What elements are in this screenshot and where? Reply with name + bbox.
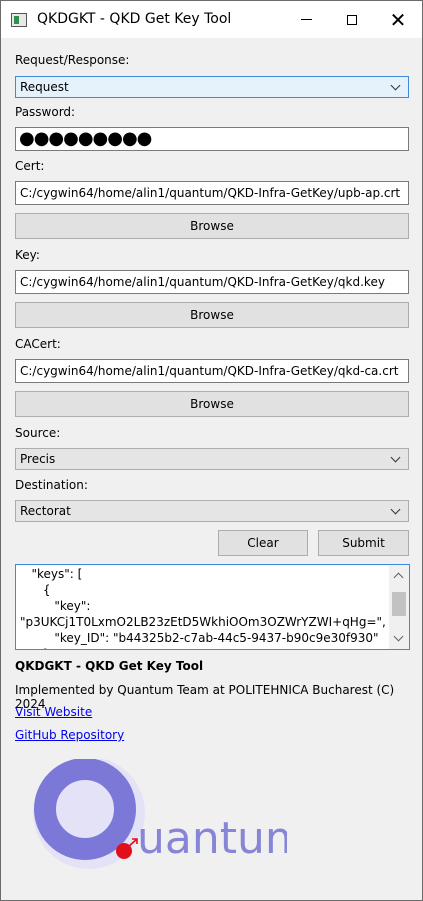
request-response-label: Request/Response: <box>15 53 130 67</box>
minimize-button[interactable] <box>283 1 329 38</box>
scroll-down-icon[interactable] <box>393 631 404 642</box>
key-label: Key: <box>15 248 40 262</box>
chevron-down-icon <box>390 452 401 463</box>
output-scrollbar[interactable] <box>389 565 409 649</box>
submit-button[interactable]: Submit <box>318 530 409 556</box>
clear-button[interactable]: Clear <box>218 530 308 556</box>
response-line: { <box>20 583 51 597</box>
github-repository-link[interactable]: GitHub Repository <box>15 728 124 742</box>
source-label: Source: <box>15 426 61 440</box>
key-path-value: C:/cygwin64/home/alin1/quantum/QKD-Infra… <box>20 275 385 289</box>
request-response-select[interactable]: Request <box>15 76 409 98</box>
key-path-field[interactable]: C:/cygwin64/home/alin1/quantum/QKD-Infra… <box>15 270 409 294</box>
destination-select[interactable]: Rectorat <box>15 500 409 522</box>
cert-browse-button[interactable]: Browse <box>15 213 409 239</box>
app-icon <box>11 13 27 27</box>
response-output[interactable]: "keys": [ { "key": "p3UKCj1T0LxmO2LB23zE… <box>15 564 410 650</box>
cert-path-value: C:/cygwin64/home/alin1/quantum/QKD-Infra… <box>20 186 401 200</box>
response-line: "key": <box>20 599 91 613</box>
chevron-down-icon <box>390 80 401 91</box>
footer-app-title: QKDGKT - QKD Get Key Tool <box>15 659 204 673</box>
window-title: QKDGKT - QKD Get Key Tool <box>37 11 232 27</box>
visit-website-link[interactable]: Visit Website <box>15 705 92 719</box>
destination-label: Destination: <box>15 478 88 492</box>
main-window: QKDGKT - QKD Get Key Tool ✕ Request/Resp… <box>0 0 423 901</box>
cert-label: Cert: <box>15 159 45 173</box>
logo-text: uantum <box>137 813 287 864</box>
cert-path-field[interactable]: C:/cygwin64/home/alin1/quantum/QKD-Infra… <box>15 181 409 205</box>
response-line: } <box>20 647 51 649</box>
close-icon: ✕ <box>389 7 407 32</box>
response-line: "keys": [ <box>20 567 83 581</box>
password-mask: ●●●●●●●●● <box>19 128 152 149</box>
source-select[interactable]: Precis <box>15 448 409 470</box>
cacert-path-field[interactable]: C:/cygwin64/home/alin1/quantum/QKD-Infra… <box>15 359 409 383</box>
source-value: Precis <box>20 452 56 466</box>
request-response-value: Request <box>20 80 69 94</box>
quantum-logo: uantum <box>33 759 287 869</box>
response-line: "p3UKCj1T0LxmO2LB23zEtD5WkhiOOm3OZWrYZWI… <box>20 615 386 629</box>
maximize-button[interactable] <box>329 1 375 38</box>
close-button[interactable]: ✕ <box>375 1 421 38</box>
cacert-path-value: C:/cygwin64/home/alin1/quantum/QKD-Infra… <box>20 364 399 378</box>
title-bar[interactable]: QKDGKT - QKD Get Key Tool ✕ <box>1 1 422 38</box>
cacert-label: CACert: <box>15 337 61 351</box>
response-text: "keys": [ { "key": "p3UKCj1T0LxmO2LB23zE… <box>20 566 386 649</box>
chevron-down-icon <box>390 504 401 515</box>
scroll-up-icon[interactable] <box>393 572 404 583</box>
password-field[interactable]: ●●●●●●●●● <box>15 127 409 151</box>
cacert-browse-button[interactable]: Browse <box>15 391 409 417</box>
maximize-icon <box>347 14 357 25</box>
minimize-icon <box>300 19 312 20</box>
scrollbar-thumb[interactable] <box>392 592 406 616</box>
response-line: "key_ID": "b44325b2-c7ab-44c5-9437-b90c9… <box>20 631 379 645</box>
password-label: Password: <box>15 105 76 119</box>
destination-value: Rectorat <box>20 504 71 518</box>
key-browse-button[interactable]: Browse <box>15 302 409 328</box>
